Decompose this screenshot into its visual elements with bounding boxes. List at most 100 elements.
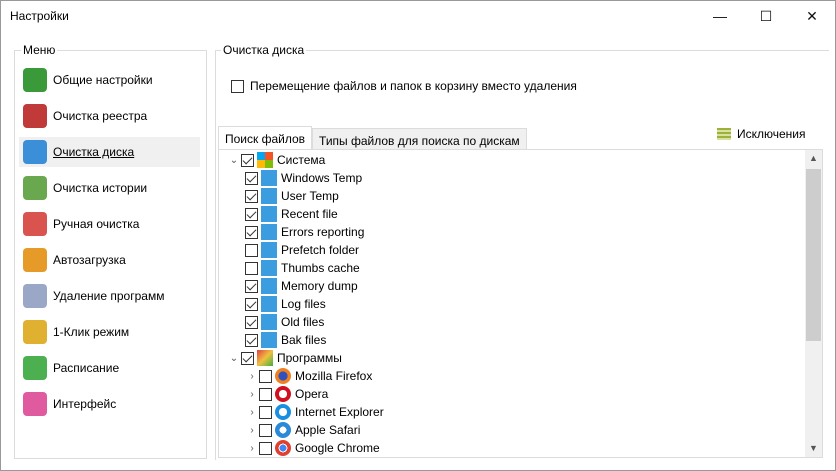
tree-item[interactable]: Recent file bbox=[245, 205, 338, 223]
expander-icon[interactable]: › bbox=[245, 425, 259, 436]
expander-icon[interactable]: ⌄ bbox=[227, 353, 241, 364]
disk-cleanup-icon bbox=[261, 332, 277, 348]
exclusions-button[interactable]: Исключения bbox=[717, 127, 806, 141]
tab-bar: Поиск файлов Типы файлов для поиска по д… bbox=[218, 126, 527, 150]
tree-item[interactable]: Errors reporting bbox=[245, 223, 364, 241]
tree-item[interactable]: Memory dump bbox=[245, 277, 358, 295]
menu-item-label: Удаление программ bbox=[53, 289, 165, 303]
menu-item[interactable]: Расписание bbox=[19, 353, 200, 383]
expander-icon[interactable]: ⌄ bbox=[227, 155, 241, 166]
tree-item-checkbox[interactable] bbox=[259, 405, 272, 419]
tree-item[interactable]: Old files bbox=[245, 313, 324, 331]
file-tree: ⌄ Система Windows Temp User Temp Recent file… bbox=[218, 149, 823, 458]
close-button[interactable]: ✕ bbox=[789, 1, 835, 31]
menu-item[interactable]: Очистка диска bbox=[19, 137, 200, 167]
tree-item[interactable]: › Mozilla Firefox bbox=[245, 367, 372, 385]
menu-item-label: Интерфейс bbox=[53, 397, 117, 411]
scroll-down-icon[interactable]: ▼ bbox=[805, 440, 822, 457]
expander-icon[interactable]: › bbox=[245, 443, 259, 454]
menu-item[interactable]: Удаление программ bbox=[19, 281, 200, 311]
tree-item-checkbox[interactable] bbox=[245, 315, 258, 329]
menu-item-label: Автозагрузка bbox=[53, 253, 126, 267]
tree-item-label: Apple Safari bbox=[295, 423, 361, 437]
menu-item[interactable]: 1-Клик режим bbox=[19, 317, 200, 347]
tree-item-checkbox[interactable] bbox=[259, 369, 272, 383]
recycle-checkbox[interactable]: Перемещение файлов и папок в корзину вме… bbox=[231, 79, 577, 93]
tree-item-checkbox[interactable] bbox=[259, 441, 272, 455]
disk-cleanup-icon bbox=[23, 140, 47, 164]
disk-cleanup-label: Очистка диска bbox=[221, 43, 307, 57]
window-title: Настройки bbox=[10, 9, 69, 23]
menu-item[interactable]: Очистка реестра bbox=[19, 101, 200, 131]
tree-item-checkbox[interactable] bbox=[245, 279, 258, 293]
menu-label: Меню bbox=[21, 43, 58, 57]
tree-item-checkbox[interactable] bbox=[241, 351, 254, 365]
menu-item[interactable]: Ручная очистка bbox=[19, 209, 200, 239]
minimize-button[interactable]: — bbox=[697, 1, 743, 31]
tab-file-types[interactable]: Типы файлов для поиска по дискам bbox=[312, 128, 527, 150]
expander-icon[interactable]: › bbox=[245, 407, 259, 418]
menu-item[interactable]: Интерфейс bbox=[19, 389, 200, 419]
tree-item-checkbox[interactable] bbox=[245, 243, 258, 257]
windows-icon bbox=[257, 152, 273, 168]
menu-item-label: Ручная очистка bbox=[53, 217, 140, 231]
tree-item[interactable]: Log files bbox=[245, 295, 326, 313]
tree-item[interactable]: ⌄ Программы bbox=[227, 349, 342, 367]
menu-item[interactable]: Общие настройки bbox=[19, 65, 200, 95]
disk-cleanup-icon bbox=[261, 188, 277, 204]
tree-item-label: Bak files bbox=[281, 333, 327, 347]
scroll-up-icon[interactable]: ▲ bbox=[805, 150, 822, 167]
vertical-scrollbar[interactable]: ▲ ▼ bbox=[805, 150, 822, 457]
tree-item-label: User Temp bbox=[281, 189, 339, 203]
disk-cleanup-icon bbox=[261, 170, 277, 186]
disk-cleanup-icon bbox=[261, 224, 277, 240]
tree-item-label: Thumbs cache bbox=[281, 261, 360, 275]
tab-file-search[interactable]: Поиск файлов bbox=[218, 126, 313, 150]
tree-item-checkbox[interactable] bbox=[245, 189, 258, 203]
menu-item[interactable]: Автозагрузка bbox=[19, 245, 200, 275]
programs-icon bbox=[257, 350, 273, 366]
tree-item[interactable]: Windows Temp bbox=[245, 169, 362, 187]
expander-icon[interactable]: › bbox=[245, 371, 259, 382]
uninstall-icon bbox=[23, 284, 47, 308]
tree-item-label: Prefetch folder bbox=[281, 243, 360, 257]
recycle-checkbox-box[interactable] bbox=[231, 79, 244, 93]
disk-cleanup-icon bbox=[261, 242, 277, 258]
registry-icon bbox=[23, 104, 47, 128]
list-icon bbox=[717, 128, 731, 140]
tree-item-checkbox[interactable] bbox=[259, 423, 272, 437]
firefox-icon bbox=[275, 368, 291, 384]
exclusions-label: Исключения bbox=[737, 127, 806, 141]
tree-item[interactable]: Thumbs cache bbox=[245, 259, 360, 277]
maximize-button[interactable]: ☐ bbox=[743, 1, 789, 31]
menu-item-label: Очистка реестра bbox=[53, 109, 148, 123]
tree-item[interactable]: › Opera bbox=[245, 385, 328, 403]
tree-item-checkbox[interactable] bbox=[245, 261, 258, 275]
tree-item[interactable]: › Google Chrome bbox=[245, 439, 380, 457]
tree-item[interactable]: Bak files bbox=[245, 331, 326, 349]
tree-item-checkbox[interactable] bbox=[245, 225, 258, 239]
menu-item[interactable]: Очистка истории bbox=[19, 173, 200, 203]
tree-item-checkbox[interactable] bbox=[245, 333, 258, 347]
expander-icon[interactable]: › bbox=[245, 389, 259, 400]
tree-item-checkbox[interactable] bbox=[241, 153, 254, 167]
tree-item[interactable]: › Internet Explorer bbox=[245, 403, 384, 421]
tree-item-label: Программы bbox=[277, 351, 342, 365]
scroll-thumb[interactable] bbox=[806, 169, 821, 341]
tree-item-checkbox[interactable] bbox=[245, 171, 258, 185]
tree-item-label: Opera bbox=[295, 387, 329, 401]
tree-item[interactable]: Prefetch folder bbox=[245, 241, 359, 259]
tree-item[interactable]: ⌄ Система bbox=[227, 151, 325, 169]
disk-cleanup-icon bbox=[261, 314, 277, 330]
tree-item-label: Internet Explorer bbox=[295, 405, 384, 419]
tree-item[interactable]: › Apple Safari bbox=[245, 421, 360, 439]
tree-item-checkbox[interactable] bbox=[245, 207, 258, 221]
startup-icon bbox=[23, 248, 47, 272]
disk-cleanup-icon bbox=[261, 296, 277, 312]
recycle-checkbox-label: Перемещение файлов и папок в корзину вме… bbox=[250, 79, 577, 93]
tree-item-checkbox[interactable] bbox=[245, 297, 258, 311]
menu-item-label: Очистка диска bbox=[53, 145, 135, 159]
tree-item[interactable]: User Temp bbox=[245, 187, 339, 205]
tree-item-checkbox[interactable] bbox=[259, 387, 272, 401]
menu-item-label: Расписание bbox=[53, 361, 120, 375]
